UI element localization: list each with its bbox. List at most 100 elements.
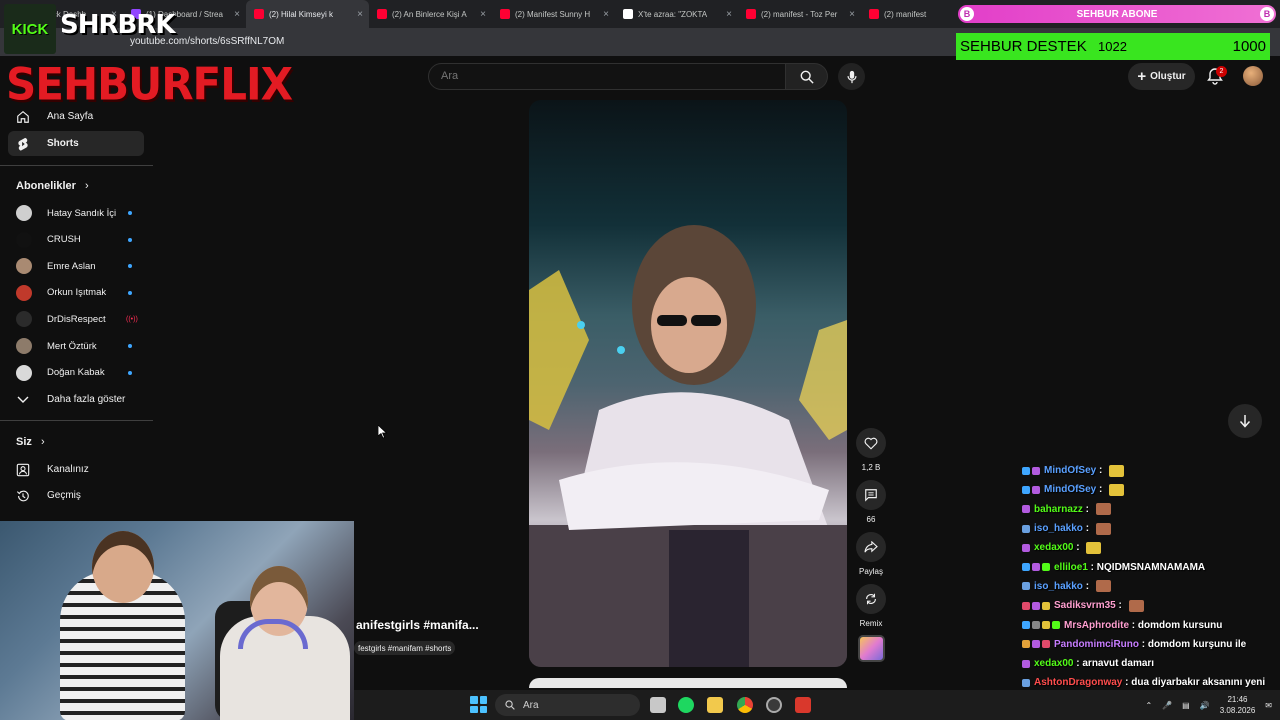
taskbar-search[interactable]: Ara bbox=[495, 694, 640, 716]
webcam-overlay bbox=[0, 521, 354, 720]
remix-action[interactable]: Remix bbox=[856, 584, 886, 628]
search-input[interactable] bbox=[441, 70, 771, 82]
sidebar-item-shorts[interactable]: Shorts bbox=[8, 131, 144, 156]
search-button[interactable] bbox=[786, 63, 828, 90]
chrome-icon[interactable] bbox=[737, 697, 753, 713]
network-icon[interactable]: ▤ bbox=[1182, 701, 1190, 710]
browser-tab[interactable]: (2) An Binlerce Kişi A × bbox=[369, 0, 492, 28]
like-button[interactable] bbox=[856, 428, 886, 458]
chat-username[interactable]: elliloe1 bbox=[1054, 562, 1088, 573]
tab-title: (2) Manifest Sunny H bbox=[515, 9, 591, 19]
task-view-icon[interactable] bbox=[650, 697, 666, 713]
file-explorer-icon[interactable] bbox=[707, 697, 723, 713]
tab-close-icon[interactable]: × bbox=[357, 9, 363, 20]
chat-separator: : bbox=[1082, 580, 1092, 592]
chat-emote-icon bbox=[1109, 483, 1125, 496]
chat-username[interactable]: MrsAphrodite bbox=[1064, 620, 1129, 631]
like-action[interactable]: 1,2 B bbox=[856, 428, 886, 472]
system-clock[interactable]: 21:46 3.08.2026 bbox=[1220, 694, 1256, 716]
chat-emote-icon bbox=[1128, 599, 1144, 612]
chat-username[interactable]: baharnazz bbox=[1034, 504, 1083, 515]
new-content-dot bbox=[128, 211, 132, 215]
create-label: Oluştur bbox=[1150, 71, 1186, 82]
sidebar-item-home[interactable]: Ana Sayfa bbox=[8, 104, 144, 129]
chat-badge-icon bbox=[1022, 659, 1030, 668]
browser-tab[interactable]: (2) Manifest Sunny H × bbox=[492, 0, 615, 28]
tab-title: (2) manifest bbox=[884, 9, 927, 19]
chat-username[interactable]: PandomimciRuno bbox=[1054, 639, 1139, 650]
short-hashtags[interactable]: festgirls #manifam #shorts bbox=[354, 641, 456, 655]
microphone-icon[interactable]: 🎤 bbox=[1162, 701, 1172, 710]
tab-favicon-icon bbox=[869, 9, 879, 19]
sidebar-item-history[interactable]: Geçmiş bbox=[8, 483, 144, 508]
arrow-down-icon bbox=[1239, 415, 1251, 428]
subscription-item[interactable]: Orkun Işıtmak bbox=[8, 282, 144, 304]
browser-tab[interactable]: X'te azraa: "ZOKTA × bbox=[615, 0, 738, 28]
chat-badges bbox=[1022, 659, 1030, 668]
spotify-icon[interactable] bbox=[678, 697, 694, 713]
obs-icon[interactable] bbox=[766, 697, 782, 713]
search-box[interactable] bbox=[428, 63, 786, 90]
chat-separator: : bbox=[1082, 503, 1092, 515]
tab-close-icon[interactable]: × bbox=[480, 9, 486, 20]
history-icon bbox=[16, 489, 30, 503]
browser-tab[interactable]: (2) Hilal Kimseyi k × bbox=[246, 0, 369, 28]
shorts-video-player[interactable] bbox=[529, 100, 847, 667]
subscription-item[interactable]: CRUSH bbox=[8, 229, 144, 251]
subscription-label: Hatay Sandık İçi bbox=[47, 207, 117, 219]
chat-username[interactable]: xedax00 bbox=[1034, 542, 1073, 553]
next-short-button[interactable] bbox=[1228, 404, 1262, 438]
app-icon[interactable] bbox=[795, 697, 811, 713]
kick-logo: KICK bbox=[4, 4, 56, 54]
audio-thumbnail[interactable] bbox=[858, 635, 885, 662]
voice-search-button[interactable] bbox=[838, 63, 865, 90]
short-title[interactable]: anifestgirls #manifa... bbox=[356, 618, 479, 632]
comment-button[interactable] bbox=[856, 480, 886, 510]
comment-icon bbox=[865, 489, 877, 502]
plus-icon: + bbox=[1137, 67, 1147, 85]
heart-icon bbox=[864, 437, 878, 450]
tab-close-icon[interactable]: × bbox=[603, 9, 609, 20]
subscription-item[interactable]: Mert Öztürk bbox=[8, 335, 144, 357]
browser-tab[interactable]: (2) manifest - Toz Per × bbox=[738, 0, 861, 28]
chat-username[interactable]: iso_hakko bbox=[1034, 523, 1083, 534]
remix-button[interactable] bbox=[856, 584, 886, 614]
tab-close-icon[interactable]: × bbox=[234, 9, 240, 20]
chat-username[interactable]: Sadiksvrm35 bbox=[1054, 600, 1116, 611]
share-button[interactable] bbox=[856, 532, 886, 562]
tab-close-icon[interactable]: × bbox=[726, 9, 732, 20]
subscription-item[interactable]: Doğan Kabak bbox=[8, 362, 144, 384]
chat-emote-icon bbox=[1109, 464, 1125, 477]
sidebar-item-label: Geçmiş bbox=[47, 490, 81, 501]
subscriptions-heading[interactable]: Abonelikler › bbox=[16, 180, 89, 192]
sidebar-item-your-channel[interactable]: Kanalınız bbox=[8, 457, 144, 482]
chat-message: elliloe1 : NQIDMSNAMNAMAMA bbox=[1022, 557, 1280, 576]
create-button[interactable]: + Oluştur bbox=[1128, 63, 1195, 90]
notification-center-icon[interactable]: ✉ bbox=[1265, 701, 1272, 710]
share-action[interactable]: Paylaş bbox=[856, 532, 886, 576]
windows-start-icon[interactable] bbox=[470, 696, 487, 713]
comment-action[interactable]: 66 bbox=[856, 480, 886, 524]
subscription-item[interactable]: Hatay Sandık İçi bbox=[8, 202, 144, 224]
chat-message: xedax00 : bbox=[1022, 538, 1280, 557]
chat-username[interactable]: AshtonDragonway bbox=[1034, 677, 1122, 688]
chat-username[interactable]: xedax00 bbox=[1034, 658, 1073, 669]
account-avatar[interactable] bbox=[1243, 66, 1263, 86]
next-short-preview[interactable] bbox=[529, 678, 847, 688]
tab-close-icon[interactable]: × bbox=[849, 9, 855, 20]
chat-text: domdom kurşunu ile bbox=[1147, 638, 1247, 650]
show-more-button[interactable]: Daha fazla göster bbox=[8, 387, 144, 412]
chat-text: dua diyarbakır aksanını yeni bbox=[1131, 677, 1266, 689]
chat-separator: : bbox=[1122, 677, 1132, 689]
subscription-item[interactable]: Emre Aslan bbox=[8, 255, 144, 277]
chat-badge-icon bbox=[1032, 640, 1040, 649]
volume-icon[interactable]: 🔊 bbox=[1200, 701, 1210, 710]
chevron-up-icon[interactable]: ⌃ bbox=[1146, 701, 1153, 710]
chat-username[interactable]: MindOfSey bbox=[1044, 484, 1096, 495]
subscription-item[interactable]: DrDisRespect ((•)) bbox=[8, 308, 144, 330]
chat-username[interactable]: iso_hakko bbox=[1034, 581, 1083, 592]
channel-tag: SHRBRK bbox=[60, 10, 175, 40]
chat-username[interactable]: MindOfSey bbox=[1044, 465, 1096, 476]
you-heading[interactable]: Siz › bbox=[16, 436, 45, 448]
windows-taskbar: Ara ⌃ 🎤 ▤ 🔊 21:46 3.08.2026 ✉ bbox=[354, 690, 1280, 720]
